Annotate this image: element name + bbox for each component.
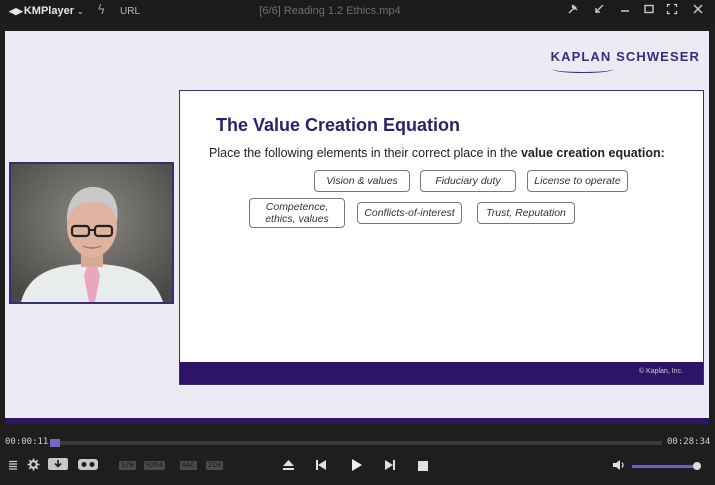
- settings-icon[interactable]: [27, 458, 40, 474]
- slide: The Value Creation Equation Place the fo…: [179, 90, 704, 385]
- brand-swoosh: [552, 65, 614, 73]
- slide-title: The Value Creation Equation: [216, 115, 461, 135]
- presenter-webcam: [9, 162, 174, 304]
- stop-icon[interactable]: [418, 460, 428, 474]
- next-icon[interactable]: [384, 459, 396, 474]
- badge-aac[interactable]: AAC: [180, 461, 197, 470]
- slide-instruction: Place the following elements in their co…: [209, 145, 679, 161]
- app-name: KMPlayer: [23, 5, 74, 17]
- play-icon[interactable]: [350, 458, 363, 475]
- chip-fiduciary-duty: Fiduciary duty: [420, 170, 516, 192]
- minimize-icon[interactable]: [617, 3, 633, 18]
- chip-competence-ethics-values: Competence, ethics, values: [249, 198, 345, 228]
- maximize-icon[interactable]: [641, 3, 657, 18]
- video-area[interactable]: KAPLAN SCHWESER The Value Creation Equat…: [5, 31, 709, 424]
- volume-slider[interactable]: [632, 462, 701, 470]
- chevron-down-icon: ⌄: [76, 7, 84, 16]
- chip-vision-values: Vision & values: [314, 170, 410, 192]
- volume-icon[interactable]: [612, 459, 626, 474]
- volume-knob[interactable]: [693, 462, 701, 470]
- file-title: [6/6] Reading 1.2 Ethics.mp4: [259, 5, 401, 17]
- copyright-text: © Kaplan, Inc.: [638, 368, 683, 375]
- seek-bar[interactable]: [50, 439, 662, 447]
- close-icon[interactable]: [690, 3, 706, 18]
- chip-trust-reputation: Trust, Reputation: [477, 202, 575, 224]
- current-time: 00:00:11: [5, 437, 49, 447]
- km-logo-icon: ◀▶: [9, 6, 23, 16]
- app-menu-button[interactable]: ◀▶KMPlayer ⌄: [9, 5, 84, 17]
- previous-icon[interactable]: [315, 459, 327, 474]
- fullscreen-icon[interactable]: [664, 3, 680, 18]
- brand-logo: KAPLAN SCHWESER: [550, 49, 700, 64]
- badge-h264[interactable]: H264: [144, 461, 165, 470]
- video-bottom-band: [5, 418, 709, 424]
- badge-sw[interactable]: S/W: [119, 461, 136, 470]
- url-button[interactable]: URL: [120, 6, 140, 17]
- vr-icon[interactable]: [78, 459, 98, 473]
- badge-2ch[interactable]: 2CH: [206, 461, 223, 470]
- total-time: 00:28:34: [667, 437, 711, 447]
- chip-conflicts-of-interest: Conflicts-of-interest: [357, 202, 462, 224]
- instruction-text: Place the following elements in their co…: [209, 146, 521, 160]
- title-bar: ◀▶KMPlayer ⌄ ϟ URL [6/6] Reading 1.2 Ethi…: [0, 0, 715, 24]
- control-bar: S/W H264 AAC 2CH: [0, 452, 715, 485]
- mini-mode-icon[interactable]: [591, 3, 607, 18]
- pin-icon[interactable]: [565, 3, 581, 18]
- lightning-icon[interactable]: ϟ: [97, 3, 106, 18]
- eject-icon[interactable]: [282, 459, 295, 474]
- volume-level: [632, 465, 698, 468]
- slide-footer: © Kaplan, Inc.: [180, 362, 703, 384]
- chip-license-to-operate: License to operate: [527, 170, 628, 192]
- presenter-image: [11, 164, 172, 302]
- seek-row: 00:00:11 00:28:34: [0, 432, 715, 452]
- instruction-bold: value creation equation:: [520, 146, 665, 160]
- seek-progress[interactable]: [50, 439, 60, 447]
- download-icon[interactable]: [48, 458, 68, 473]
- menu-icon[interactable]: [7, 459, 19, 474]
